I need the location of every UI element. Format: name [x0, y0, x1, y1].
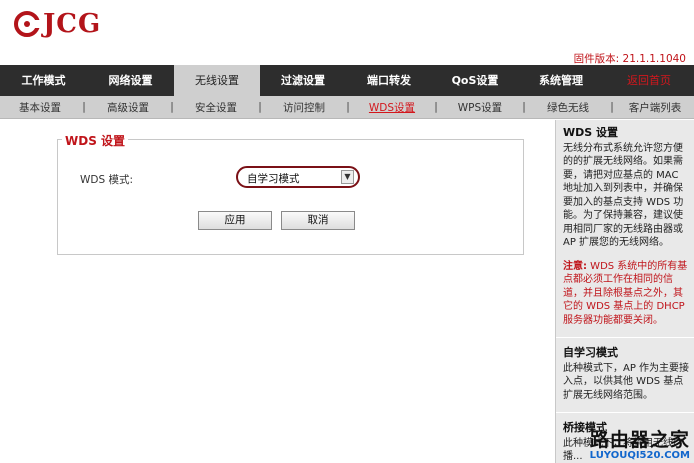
tab-work-mode[interactable]: 工作模式	[0, 65, 87, 96]
subnav-separator: |	[522, 101, 526, 113]
subnav-green-wireless[interactable]: 绿色无线	[528, 100, 608, 115]
jcg-logo-icon	[14, 11, 40, 37]
subnav-separator: |	[82, 101, 86, 113]
site-watermark: 路由器之家 LUYOUQI520.COM	[590, 425, 690, 461]
main-nav: 工作模式 网络设置 无线设置 过滤设置 端口转发 QoS设置 系统管理 返回首页	[0, 65, 694, 96]
home-link[interactable]: 返回首页	[604, 65, 694, 96]
subnav-access-control[interactable]: 访问控制	[264, 100, 344, 115]
watermark-url: LUYOUQI520.COM	[589, 450, 690, 461]
wds-mode-select[interactable]: 自学习模式 ▼	[236, 166, 360, 188]
subnav-wds-settings[interactable]: WDS设置	[352, 100, 432, 115]
tab-network-settings[interactable]: 网络设置	[87, 65, 174, 96]
help-section-title: 自学习模式	[563, 346, 618, 359]
tab-wireless-settings[interactable]: 无线设置	[174, 65, 260, 96]
chevron-down-icon[interactable]: ▼	[341, 170, 354, 184]
watermark-title: 路由器之家	[589, 429, 690, 451]
help-section-body: 此种模式下，AP 作为主要接入点，以供其他 WDS 基点扩展无线网络范围。	[563, 362, 690, 401]
subnav-wps-settings[interactable]: WPS设置	[440, 100, 520, 115]
tab-port-forwarding[interactable]: 端口转发	[346, 65, 432, 96]
subnav-basic-settings[interactable]: 基本设置	[0, 100, 80, 115]
subnav-advanced-settings[interactable]: 高级设置	[88, 100, 168, 115]
help-title: WDS 设置	[563, 126, 619, 139]
wds-mode-value: 自学习模式	[247, 173, 300, 185]
brand-logo: JCG	[14, 9, 101, 39]
help-note-prefix: 注意:	[563, 260, 587, 272]
subnav-separator: |	[346, 101, 350, 113]
cancel-button[interactable]: 取消	[281, 211, 355, 230]
tab-qos-settings[interactable]: QoS设置	[432, 65, 518, 96]
help-body: 无线分布式系统允许您方便的的扩展无线网络。如果需要，请把对应基点的 MAC 地址…	[563, 142, 684, 249]
apply-button[interactable]: 应用	[198, 211, 272, 230]
subnav-client-list[interactable]: 客户端列表	[616, 100, 694, 115]
main-content: WDS 设置 WDS 模式: 自学习模式 ▼ 应用 取消	[0, 120, 555, 463]
help-divider	[556, 412, 694, 413]
help-divider	[556, 337, 694, 338]
subnav-security-settings[interactable]: 安全设置	[176, 100, 256, 115]
wds-mode-label: WDS 模式:	[80, 174, 134, 186]
subnav-separator: |	[258, 101, 262, 113]
sub-nav: 基本设置 | 高级设置 | 安全设置 | 访问控制 | WDS设置 | WPS设…	[0, 96, 694, 119]
wds-legend: WDS 设置	[62, 132, 129, 149]
subnav-separator: |	[610, 101, 614, 113]
wds-fieldset	[57, 139, 524, 255]
subnav-separator: |	[170, 101, 174, 113]
brand-name: JCG	[43, 9, 102, 39]
tab-system-management[interactable]: 系统管理	[518, 65, 604, 96]
tab-filter-settings[interactable]: 过滤设置	[260, 65, 346, 96]
firmware-version: 固件版本: 21.1.1.1040	[573, 53, 686, 65]
subnav-separator: |	[434, 101, 438, 113]
help-panel: WDS 设置 无线分布式系统允许您方便的的扩展无线网络。如果需要，请把对应基点的…	[555, 120, 694, 463]
help-note: 注意: WDS 系统中的所有基点都必须工作在相同的信道，并且除根基点之外，其它的…	[563, 260, 690, 328]
